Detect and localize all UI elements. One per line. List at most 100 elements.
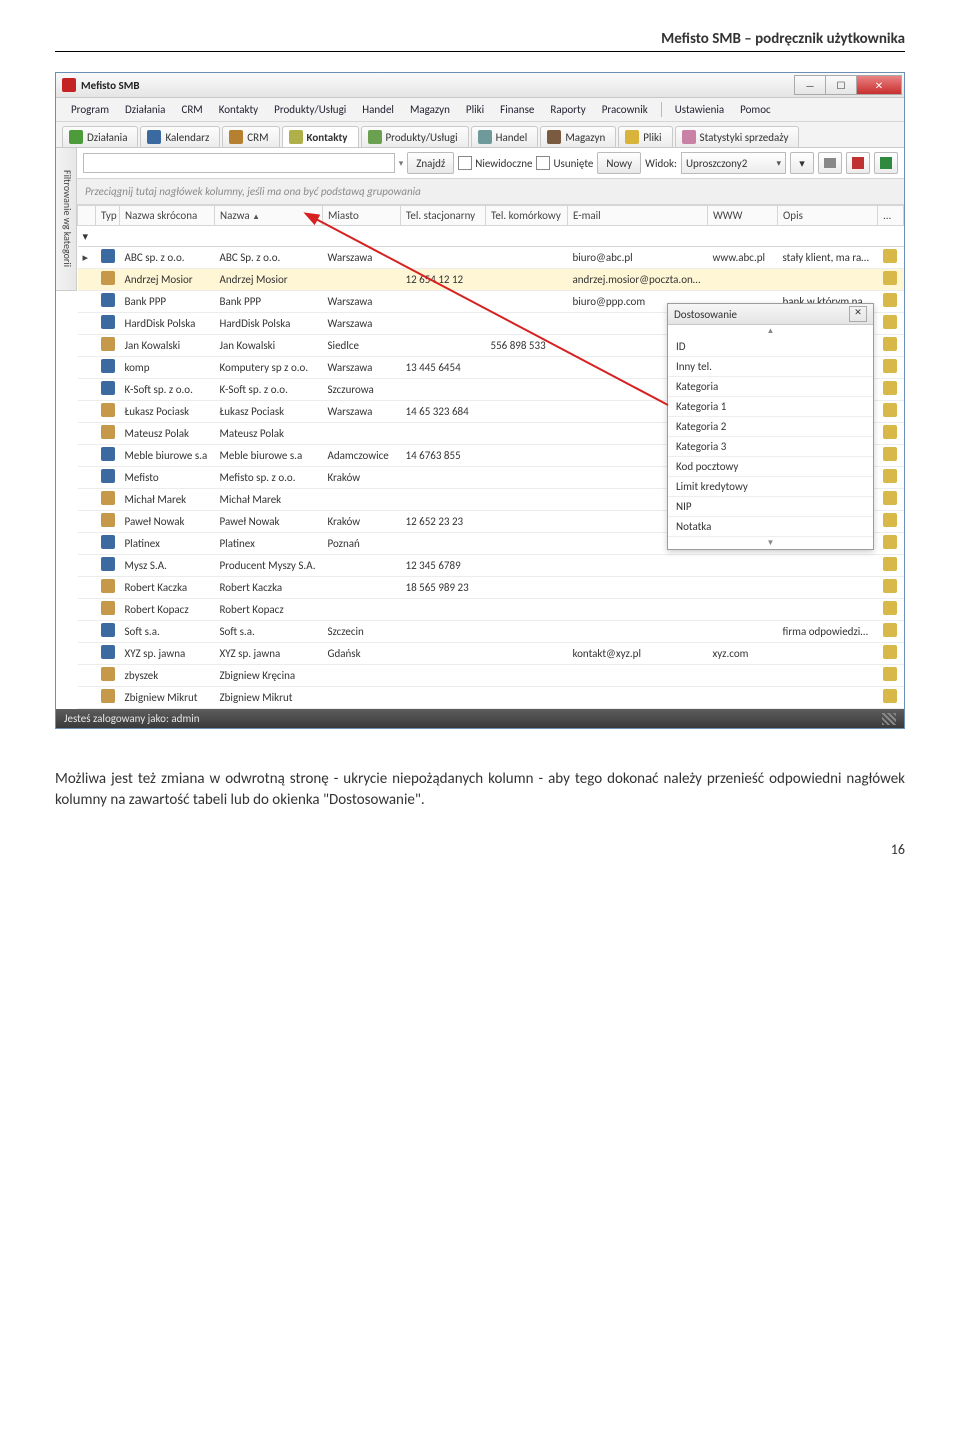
app-window: Mefisto SMB — ☐ ✕ ProgramDziałaniaCRMKon… bbox=[55, 72, 905, 729]
edit-icon[interactable] bbox=[883, 403, 897, 417]
edit-icon[interactable] bbox=[883, 271, 897, 285]
edit-icon[interactable] bbox=[883, 315, 897, 329]
minimize-button[interactable]: — bbox=[794, 75, 826, 95]
col-header[interactable]: Typ bbox=[96, 206, 120, 226]
col-header[interactable]: Nazwa ▲ bbox=[215, 206, 323, 226]
table-row[interactable]: Soft s.a.Soft s.a.Szczecinfirma odpowied… bbox=[78, 621, 904, 643]
edit-icon[interactable] bbox=[883, 469, 897, 483]
filter-row[interactable]: ▾ bbox=[78, 226, 904, 247]
edit-icon[interactable] bbox=[883, 337, 897, 351]
menu-ustawienia[interactable]: Ustawienia bbox=[668, 100, 731, 119]
table-row[interactable]: XYZ sp. jawnaXYZ sp. jawnaGdańskkontakt@… bbox=[78, 643, 904, 665]
find-button[interactable]: Znajdź bbox=[407, 152, 454, 174]
customize-field-item[interactable]: Kategoria 3 bbox=[668, 437, 873, 457]
table-row[interactable]: Robert KopaczRobert Kopacz bbox=[78, 599, 904, 621]
edit-icon[interactable] bbox=[883, 623, 897, 637]
customize-field-item[interactable]: Notatka bbox=[668, 517, 873, 537]
popup-scroll-up[interactable]: ▲ bbox=[668, 325, 873, 337]
customize-field-item[interactable]: Inny tel. bbox=[668, 357, 873, 377]
popup-close-button[interactable]: ✕ bbox=[849, 306, 867, 322]
customize-field-item[interactable]: ID bbox=[668, 337, 873, 357]
table-row[interactable]: Mysz S.A.Producent Myszy S.A.12 345 6789 bbox=[78, 555, 904, 577]
menu-pracownik[interactable]: Pracownik bbox=[595, 100, 655, 119]
col-header[interactable] bbox=[78, 206, 96, 226]
menu-produkty/usługi[interactable]: Produkty/Usługi bbox=[267, 100, 353, 119]
tab-label: Działania bbox=[87, 131, 127, 144]
table-row[interactable]: Andrzej MosiorAndrzej Mosior12 654 12 12… bbox=[78, 269, 904, 291]
edit-icon[interactable] bbox=[883, 381, 897, 395]
customize-field-item[interactable]: NIP bbox=[668, 497, 873, 517]
menu-kontakty[interactable]: Kontakty bbox=[212, 100, 265, 119]
building-icon bbox=[101, 557, 115, 571]
edit-icon[interactable] bbox=[883, 579, 897, 593]
edit-icon[interactable] bbox=[883, 535, 897, 549]
dropdown-extra-button[interactable]: ▾ bbox=[790, 152, 814, 174]
export-xls-button[interactable] bbox=[874, 152, 898, 174]
menu-program[interactable]: Program bbox=[64, 100, 116, 119]
menu-handel[interactable]: Handel bbox=[355, 100, 401, 119]
col-header[interactable]: E-mail bbox=[568, 206, 708, 226]
edit-icon[interactable] bbox=[883, 689, 897, 703]
search-input[interactable] bbox=[83, 153, 395, 173]
side-tab-filter[interactable]: Filtrowanie wg kategorii bbox=[56, 148, 77, 291]
tab-statystyki-sprzeda-y[interactable]: Statystyki sprzedaży bbox=[675, 126, 800, 147]
menu-działania[interactable]: Działania bbox=[118, 100, 172, 119]
export-pdf-button[interactable] bbox=[846, 152, 870, 174]
col-header[interactable]: Miasto bbox=[323, 206, 401, 226]
view-select[interactable]: Uproszczony2 bbox=[681, 152, 786, 174]
new-button[interactable]: Nowy bbox=[597, 152, 641, 174]
tab-pliki[interactable]: Pliki bbox=[618, 126, 672, 147]
menu-pliki[interactable]: Pliki bbox=[459, 100, 491, 119]
edit-icon[interactable] bbox=[883, 425, 897, 439]
edit-icon[interactable] bbox=[883, 447, 897, 461]
edit-icon[interactable] bbox=[883, 491, 897, 505]
resize-grip[interactable] bbox=[882, 713, 896, 725]
tab-kalendarz[interactable]: Kalendarz bbox=[140, 126, 220, 147]
menu-raporty[interactable]: Raporty bbox=[543, 100, 592, 119]
customize-field-item[interactable]: Kod pocztowy bbox=[668, 457, 873, 477]
edit-icon[interactable] bbox=[883, 667, 897, 681]
customize-field-item[interactable]: Kategoria bbox=[668, 377, 873, 397]
col-header[interactable]: Tel. stacjonarny bbox=[401, 206, 486, 226]
group-by-hint[interactable]: Przeciągnij tutaj nagłówek kolumny, jeśl… bbox=[77, 179, 904, 205]
print-button[interactable] bbox=[818, 152, 842, 174]
menu-magazyn[interactable]: Magazyn bbox=[403, 100, 457, 119]
edit-icon[interactable] bbox=[883, 513, 897, 527]
tab-produkty-us-ugi[interactable]: Produkty/Usługi bbox=[361, 126, 469, 147]
menu-pomoc[interactable]: Pomoc bbox=[733, 100, 778, 119]
building-icon bbox=[101, 381, 115, 395]
table-row[interactable]: Zbigniew MikrutZbigniew Mikrut bbox=[78, 687, 904, 709]
menu-crm[interactable]: CRM bbox=[174, 100, 209, 119]
edit-icon[interactable] bbox=[883, 359, 897, 373]
customize-field-item[interactable]: Kategoria 1 bbox=[668, 397, 873, 417]
maximize-button[interactable]: ☐ bbox=[825, 75, 857, 95]
col-header[interactable]: ... bbox=[878, 206, 904, 226]
close-button[interactable]: ✕ bbox=[856, 75, 902, 95]
tab-magazyn[interactable]: Magazyn bbox=[540, 126, 616, 147]
person-icon bbox=[101, 513, 115, 527]
building-icon bbox=[101, 293, 115, 307]
checkbox-niewidoczne[interactable]: Niewidoczne bbox=[458, 156, 532, 170]
tab-kontakty[interactable]: Kontakty bbox=[282, 126, 359, 147]
col-header[interactable]: Nazwa skrócona bbox=[120, 206, 215, 226]
col-header[interactable]: Opis bbox=[778, 206, 878, 226]
table-row[interactable]: ▸ABC sp. z o.o.ABC Sp. z o.o.Warszawabiu… bbox=[78, 247, 904, 269]
col-header[interactable]: WWW bbox=[708, 206, 778, 226]
checkbox-usuniete[interactable]: Usunięte bbox=[536, 156, 593, 170]
col-header[interactable]: Tel. komórkowy bbox=[486, 206, 568, 226]
tab-crm[interactable]: CRM bbox=[222, 126, 279, 147]
customize-field-item[interactable]: Kategoria 2 bbox=[668, 417, 873, 437]
table-row[interactable]: zbyszekZbigniew Kręcina bbox=[78, 665, 904, 687]
edit-icon[interactable] bbox=[883, 557, 897, 571]
tab-dzia-ania[interactable]: Działania bbox=[62, 126, 138, 147]
edit-icon[interactable] bbox=[883, 293, 897, 307]
popup-scroll-down[interactable]: ▼ bbox=[668, 537, 873, 549]
menu-finanse[interactable]: Finanse bbox=[493, 100, 541, 119]
menubar: ProgramDziałaniaCRMKontaktyProdukty/Usłu… bbox=[56, 98, 904, 122]
customize-field-item[interactable]: Limit kredytowy bbox=[668, 477, 873, 497]
edit-icon[interactable] bbox=[883, 601, 897, 615]
edit-icon[interactable] bbox=[883, 249, 897, 263]
tab-handel[interactable]: Handel bbox=[471, 126, 539, 147]
table-row[interactable]: Robert KaczkaRobert Kaczka18 565 989 23 bbox=[78, 577, 904, 599]
edit-icon[interactable] bbox=[883, 645, 897, 659]
